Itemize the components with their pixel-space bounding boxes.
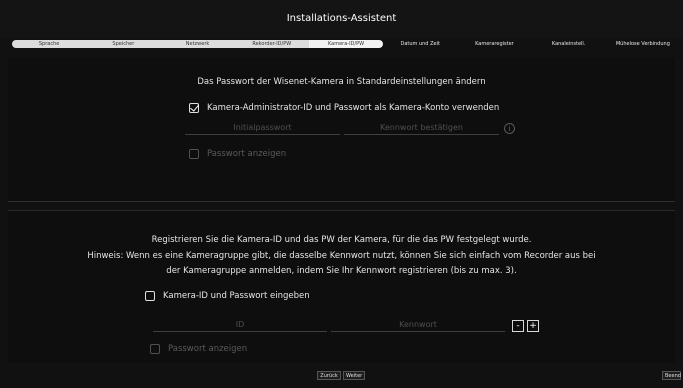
- initial-password-field[interactable]: Initialpasswort: [185, 122, 340, 135]
- default-password-section: Das Passwort der Wisenet-Kamera in Stand…: [8, 58, 675, 202]
- next-button[interactable]: Weiter: [343, 371, 365, 380]
- show-password-checkbox-2[interactable]: [150, 344, 160, 354]
- enter-credentials-option[interactable]: Kamera-ID und Passwort eingeben: [145, 291, 310, 301]
- show-password-label-1: Passwort anzeigen: [207, 149, 287, 159]
- step-recorder-id-pw[interactable]: Rekorder-ID/PW: [234, 40, 309, 48]
- use-admin-account-checkbox[interactable]: [189, 102, 199, 113]
- step-network[interactable]: Netzwerk: [160, 40, 235, 48]
- wizard-footer: Zurück Weiter Beend: [0, 370, 683, 382]
- register-instruction: Registrieren Sie die Kamera-ID und das P…: [151, 235, 532, 245]
- step-camera-id-pw[interactable]: Kamera-ID/PW: [308, 40, 384, 48]
- wizard-title: Installations-Assistent: [286, 13, 397, 24]
- show-password-checkbox-1[interactable]: [189, 149, 199, 159]
- show-password-option-2[interactable]: Passwort anzeigen: [150, 344, 247, 354]
- register-hint-continued: der Kameragruppe anmelden, indem Sie Ihr…: [166, 266, 517, 276]
- enter-credentials-label: Kamera-ID und Passwort eingeben: [163, 291, 310, 301]
- checkmark-icon: [190, 102, 199, 112]
- step-camera-register[interactable]: Kameraregister: [457, 40, 531, 48]
- exit-button[interactable]: Beend: [662, 371, 681, 380]
- step-channel-settings[interactable]: Kanaleinstell.: [532, 40, 606, 48]
- add-entry-button[interactable]: +: [527, 320, 539, 332]
- step-language[interactable]: Sprache: [12, 40, 87, 48]
- confirm-password-field[interactable]: Kennwort bestätigen: [344, 122, 499, 135]
- wizard-steps: Sprache Speicher Netzwerk Rekorder-ID/PW…: [12, 40, 680, 48]
- show-password-option-1[interactable]: Passwort anzeigen: [189, 149, 286, 159]
- use-admin-account-option[interactable]: Kamera-Administrator-ID und Passwort als…: [189, 102, 500, 113]
- remove-entry-button[interactable]: -: [512, 320, 524, 332]
- wizard-header: Installations-Assistent: [0, 0, 683, 38]
- default-password-heading: Das Passwort der Wisenet-Kamera in Stand…: [197, 77, 486, 87]
- camera-id-field[interactable]: ID: [153, 319, 327, 332]
- camera-password-field[interactable]: Kennwort: [331, 319, 505, 332]
- step-easy-connection[interactable]: Mühelose Verbindung: [606, 40, 680, 48]
- info-icon[interactable]: i: [504, 123, 515, 134]
- show-password-label-2: Passwort anzeigen: [168, 344, 248, 354]
- step-storage[interactable]: Speicher: [86, 40, 161, 48]
- register-hint: Hinweis: Wenn es eine Kameragruppe gibt,…: [87, 251, 596, 261]
- register-credentials-section: Registrieren Sie die Kamera-ID und das P…: [8, 210, 675, 363]
- step-date-time[interactable]: Datum und Zeit: [383, 40, 457, 48]
- use-admin-account-label: Kamera-Administrator-ID und Passwort als…: [207, 103, 500, 113]
- back-button[interactable]: Zurück: [317, 371, 341, 380]
- enter-credentials-checkbox[interactable]: [145, 291, 155, 301]
